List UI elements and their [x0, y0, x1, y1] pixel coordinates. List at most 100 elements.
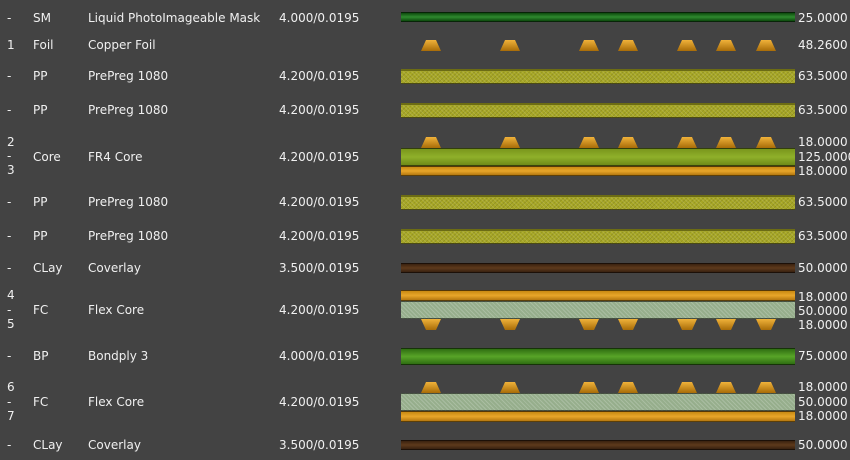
layer-thickness-core: 50.0000 [798, 304, 848, 318]
layer-number: - [7, 261, 12, 275]
layer-number: - [7, 69, 12, 83]
layer-material: Flex Core [88, 395, 145, 409]
layer-number-top: 4 [7, 288, 15, 302]
layer-dielectric: 3.500/0.0195 [279, 261, 360, 275]
coverlay-bar [401, 440, 795, 450]
layer-number: - [7, 103, 12, 117]
copper-plane-bar [401, 166, 795, 176]
layer-dielectric: 4.000/0.0195 [279, 349, 360, 363]
layer-dielectric: 4.200/0.0195 [279, 229, 360, 243]
layer-material: Coverlay [88, 261, 141, 275]
layer-thickness-bottom: 18.0000 [798, 164, 848, 178]
layer-dielectric: 4.000/0.0195 [279, 11, 360, 25]
copper-trace [500, 40, 520, 51]
layer-type: CLay [33, 438, 63, 452]
copper-trace [421, 382, 441, 393]
layer-number-top: 2 [7, 135, 15, 149]
layer-dielectric: 4.200/0.0195 [279, 150, 360, 164]
prepreg-bar [401, 103, 795, 118]
layer-dielectric: 4.200/0.0195 [279, 69, 360, 83]
flex-core-bar [401, 301, 795, 319]
layer-dielectric: 4.200/0.0195 [279, 395, 360, 409]
layer-material: Flex Core [88, 303, 145, 317]
copper-trace [421, 319, 441, 330]
copper-trace [579, 319, 599, 330]
layer-number-sep: - [7, 303, 12, 317]
layer-dielectric: 4.200/0.0195 [279, 303, 360, 317]
copper-trace [579, 137, 599, 148]
layer-thickness: 63.5000 [798, 229, 848, 243]
layer-thickness-top: 18.0000 [798, 290, 848, 304]
copper-plane-bar [401, 290, 795, 301]
layer-thickness-bottom: 18.0000 [798, 409, 848, 423]
copper-trace [756, 382, 776, 393]
layer-material: PrePreg 1080 [88, 229, 169, 243]
layer-thickness-bottom: 18.0000 [798, 318, 848, 332]
layer-number: - [7, 438, 12, 452]
layer-number: - [7, 195, 12, 209]
copper-trace [716, 137, 736, 148]
copper-trace [677, 40, 697, 51]
copper-trace [756, 137, 776, 148]
layer-thickness: 63.5000 [798, 103, 848, 117]
copper-trace [677, 137, 697, 148]
solder-mask-bar [401, 12, 795, 22]
layer-type: BP [33, 349, 49, 363]
layer-number: - [7, 349, 12, 363]
layer-thickness-core: 125.0000 [798, 150, 850, 164]
flex-core-bar [401, 393, 795, 411]
layer-type: PP [33, 195, 48, 209]
layer-number: 1 [7, 38, 15, 52]
copper-trace [677, 382, 697, 393]
layer-dielectric: 4.200/0.0195 [279, 195, 360, 209]
layer-type: FC [33, 395, 49, 409]
copper-trace [579, 40, 599, 51]
layer-material: Coverlay [88, 438, 141, 452]
layer-type: CLay [33, 261, 63, 275]
layer-material: FR4 Core [88, 150, 143, 164]
layer-material: PrePreg 1080 [88, 69, 169, 83]
layer-dielectric: 3.500/0.0195 [279, 438, 360, 452]
layer-material: PrePreg 1080 [88, 195, 169, 209]
copper-trace [579, 382, 599, 393]
copper-trace [756, 40, 776, 51]
core-bar [401, 148, 795, 166]
copper-trace [421, 40, 441, 51]
layer-type: PP [33, 103, 48, 117]
copper-trace [716, 40, 736, 51]
layer-thickness: 50.0000 [798, 438, 848, 452]
layer-material: Copper Foil [88, 38, 156, 52]
layer-thickness: 75.0000 [798, 349, 848, 363]
copper-trace [716, 319, 736, 330]
layer-number-top: 6 [7, 380, 15, 394]
copper-trace [618, 40, 638, 51]
layer-thickness-top: 18.0000 [798, 380, 848, 394]
layer-thickness: 63.5000 [798, 69, 848, 83]
prepreg-bar [401, 69, 795, 84]
layer-number-bottom: 5 [7, 317, 15, 331]
layer-type: PP [33, 229, 48, 243]
layer-number: - [7, 229, 12, 243]
bondply-bar [401, 348, 795, 365]
coverlay-bar [401, 263, 795, 273]
layer-material: PrePreg 1080 [88, 103, 169, 117]
copper-trace [500, 319, 520, 330]
layer-thickness-top: 18.0000 [798, 135, 848, 149]
copper-trace [677, 319, 697, 330]
copper-trace [618, 137, 638, 148]
layer-type: SM [33, 11, 51, 25]
prepreg-bar [401, 195, 795, 210]
layer-type: Foil [33, 38, 54, 52]
layer-type: FC [33, 303, 49, 317]
layer-thickness: 25.0000 [798, 11, 848, 25]
copper-plane-bar [401, 411, 795, 422]
layer-thickness: 48.2600 [798, 38, 848, 52]
layer-thickness: 50.0000 [798, 261, 848, 275]
layer-number: - [7, 11, 12, 25]
copper-trace [716, 382, 736, 393]
copper-trace [500, 137, 520, 148]
layer-material: Bondply 3 [88, 349, 149, 363]
copper-trace [756, 319, 776, 330]
layer-type: PP [33, 69, 48, 83]
prepreg-bar [401, 229, 795, 244]
